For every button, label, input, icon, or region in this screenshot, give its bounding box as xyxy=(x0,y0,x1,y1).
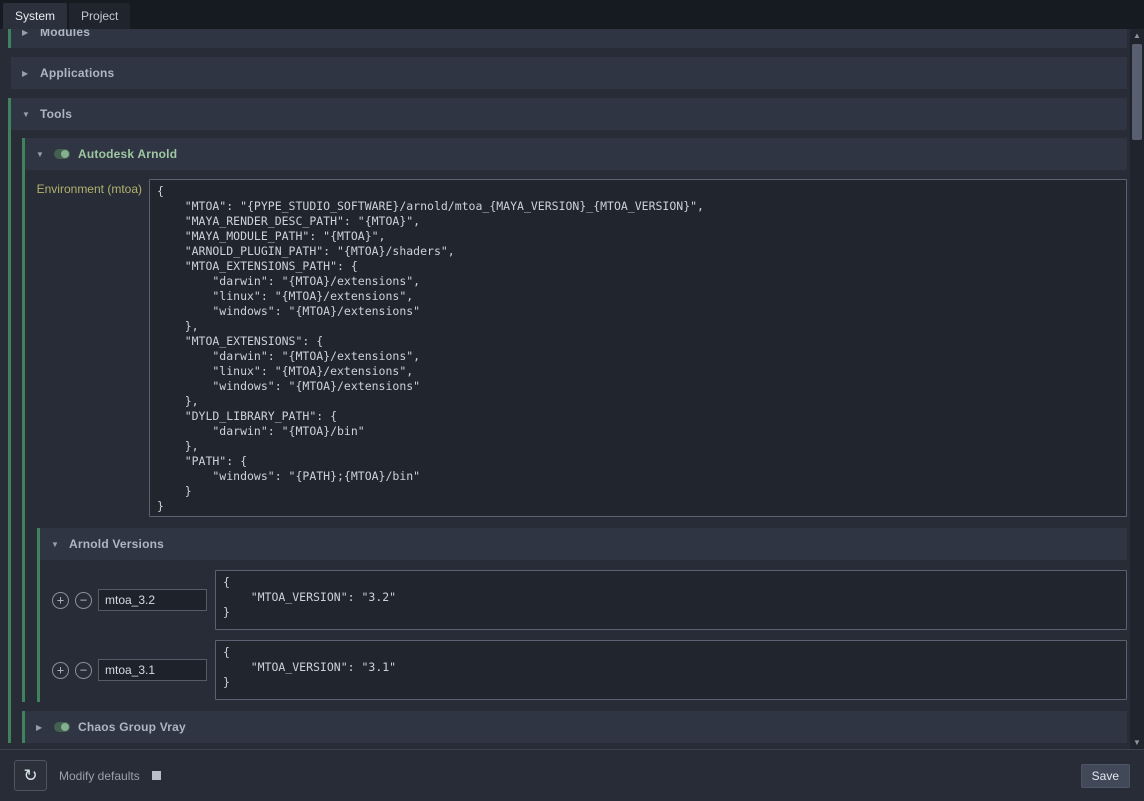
refresh-icon: ↻ xyxy=(23,766,37,785)
version-json-editor[interactable]: { "MTOA_VERSION": "3.1" } xyxy=(215,640,1127,700)
arnold-versions-list: + − { "MTOA_VERSION": "3.2" } + − xyxy=(40,560,1127,702)
version-name-input[interactable] xyxy=(98,659,207,681)
version-row: + − { "MTOA_VERSION": "3.2" } xyxy=(52,570,1127,630)
section-arnold-versions-header[interactable]: ▼ Arnold Versions xyxy=(40,528,1127,560)
section-tools: ▼ Tools ▼ Autodesk Arnold xyxy=(8,98,1127,743)
arnold-enabled-toggle[interactable] xyxy=(54,149,70,159)
section-autodesk-arnold-body: Environment (mtoa) { "MTOA": "{PYPE_STUD… xyxy=(25,170,1127,702)
tab-project[interactable]: Project xyxy=(69,3,130,29)
environment-field-row: Environment (mtoa) { "MTOA": "{PYPE_STUD… xyxy=(25,179,1127,517)
section-applications: ▶ Applications xyxy=(8,57,1127,89)
add-version-button[interactable]: + xyxy=(52,662,69,679)
modify-defaults-checkbox[interactable] xyxy=(152,771,161,780)
version-name-input[interactable] xyxy=(98,589,207,611)
section-arnold-versions: ▼ Arnold Versions + − { "MTOA_VERSION": … xyxy=(37,528,1127,702)
section-chaos-group-vray-title: Chaos Group Vray xyxy=(78,720,186,734)
remove-version-button[interactable]: − xyxy=(75,662,92,679)
tab-bar: System Project xyxy=(0,0,1144,29)
scrollbar-down-icon[interactable]: ▼ xyxy=(1133,736,1141,749)
version-json-editor[interactable]: { "MTOA_VERSION": "3.2" } xyxy=(215,570,1127,630)
section-tools-header[interactable]: ▼ Tools xyxy=(11,98,1127,130)
section-modules: ▶ Modules xyxy=(8,29,1127,48)
section-tools-body: ▼ Autodesk Arnold Environment (mtoa) { "… xyxy=(11,130,1127,743)
environment-label: Environment (mtoa) xyxy=(25,179,149,196)
section-chaos-group-vray-header[interactable]: ▶ Chaos Group Vray xyxy=(25,711,1127,743)
section-modules-title: Modules xyxy=(40,29,90,39)
expanded-arrow-icon: ▼ xyxy=(36,150,46,159)
add-version-button[interactable]: + xyxy=(52,592,69,609)
content-area: ▶ Modules ▶ Applications ▼ Tools xyxy=(0,29,1144,749)
collapsed-arrow-icon: ▶ xyxy=(22,69,32,78)
section-modules-header[interactable]: ▶ Modules xyxy=(11,29,1127,48)
collapsed-arrow-icon: ▶ xyxy=(36,723,46,732)
section-tools-title: Tools xyxy=(40,107,72,121)
vertical-scrollbar[interactable]: ▲ ▼ xyxy=(1130,29,1144,749)
scrollbar-thumb[interactable] xyxy=(1132,44,1142,140)
footer-bar: ↻ Modify defaults Save xyxy=(0,749,1144,801)
environment-json-editor[interactable]: { "MTOA": "{PYPE_STUDIO_SOFTWARE}/arnold… xyxy=(149,179,1127,517)
modify-defaults-label: Modify defaults xyxy=(59,769,140,783)
vray-enabled-toggle[interactable] xyxy=(54,722,70,732)
remove-version-button[interactable]: − xyxy=(75,592,92,609)
tab-system[interactable]: System xyxy=(3,3,67,29)
section-chaos-group-vray: ▶ Chaos Group Vray xyxy=(22,711,1127,743)
refresh-button[interactable]: ↻ xyxy=(14,760,47,791)
save-button[interactable]: Save xyxy=(1081,764,1130,788)
section-autodesk-arnold: ▼ Autodesk Arnold Environment (mtoa) { "… xyxy=(22,138,1127,702)
collapsed-arrow-icon: ▶ xyxy=(22,29,32,37)
section-applications-header[interactable]: ▶ Applications xyxy=(11,57,1127,89)
expanded-arrow-icon: ▼ xyxy=(22,110,32,119)
settings-window: System Project ▶ Modules ▶ Applications xyxy=(0,0,1144,801)
section-arnold-versions-title: Arnold Versions xyxy=(69,537,164,551)
section-applications-title: Applications xyxy=(40,66,114,80)
settings-scroll-area: ▶ Modules ▶ Applications ▼ Tools xyxy=(0,29,1130,749)
section-autodesk-arnold-title: Autodesk Arnold xyxy=(78,147,177,161)
scrollbar-up-icon[interactable]: ▲ xyxy=(1133,29,1141,42)
section-autodesk-arnold-header[interactable]: ▼ Autodesk Arnold xyxy=(25,138,1127,170)
expanded-arrow-icon: ▼ xyxy=(51,540,61,549)
version-row: + − { "MTOA_VERSION": "3.1" } xyxy=(52,640,1127,700)
